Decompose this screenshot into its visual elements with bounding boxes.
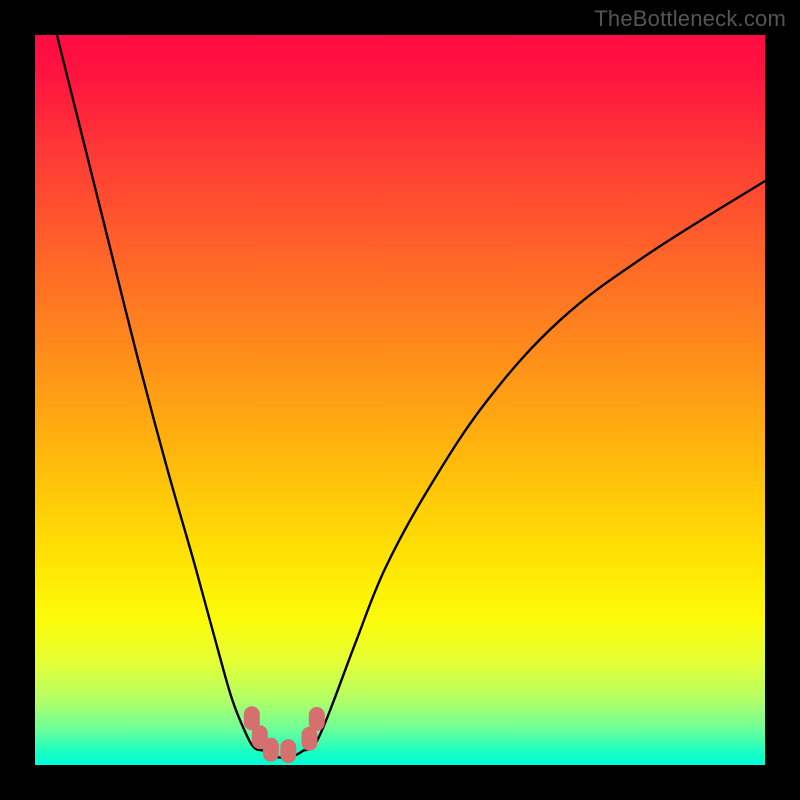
- bottleneck-curve: [57, 35, 765, 758]
- curve-marker: [263, 738, 279, 762]
- curve-marker: [280, 739, 296, 763]
- chart-frame: TheBottleneck.com: [0, 0, 800, 800]
- watermark-text: TheBottleneck.com: [594, 6, 786, 32]
- marker-group: [244, 706, 325, 763]
- chart-svg: [35, 35, 765, 765]
- curve-marker: [309, 707, 325, 731]
